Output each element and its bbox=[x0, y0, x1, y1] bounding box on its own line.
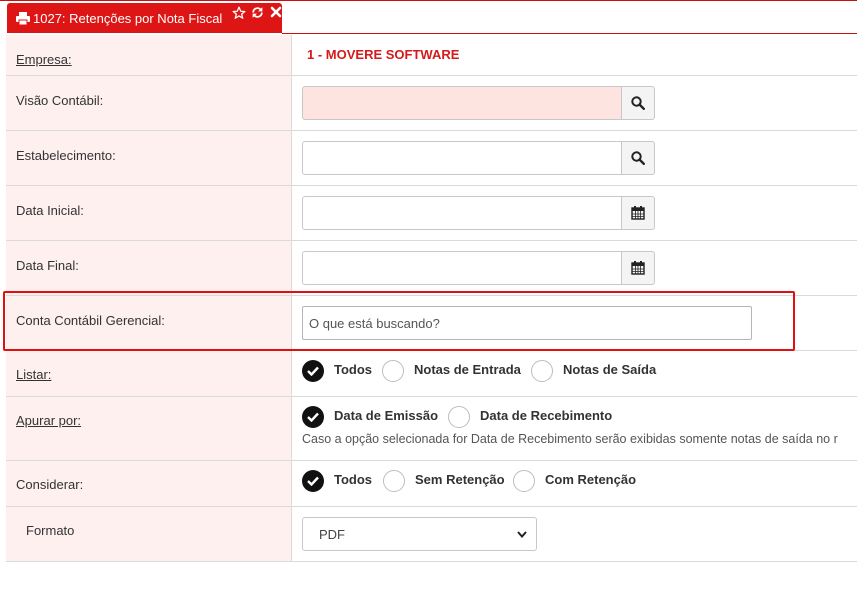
calendar-icon bbox=[631, 261, 645, 275]
check-icon bbox=[307, 476, 319, 486]
close-icon[interactable] bbox=[270, 6, 282, 18]
estabelecimento-label: Estabelecimento: bbox=[16, 148, 116, 163]
search-icon bbox=[631, 151, 645, 165]
row-considerar: Considerar: Todos Sem Retenção Com Reten… bbox=[6, 461, 857, 507]
apurar-por-hint: Caso a opção selecionada for Data de Rec… bbox=[302, 432, 838, 446]
search-icon bbox=[631, 96, 645, 110]
formato-selected-value: PDF bbox=[319, 527, 345, 542]
visao-contabil-label: Visão Contábil: bbox=[16, 93, 104, 108]
row-estabelecimento: Estabelecimento: bbox=[6, 131, 857, 186]
check-icon bbox=[307, 366, 319, 376]
radio-unchecked[interactable] bbox=[448, 406, 470, 428]
row-visao-contabil: Visão Contábil: bbox=[6, 76, 857, 131]
radio-checked[interactable] bbox=[302, 470, 324, 492]
visao-contabil-input[interactable] bbox=[302, 86, 622, 120]
data-inicial-label: Data Inicial: bbox=[16, 203, 84, 218]
empresa-label: Empresa: bbox=[16, 52, 72, 67]
radio-unchecked[interactable] bbox=[382, 360, 404, 382]
data-final-calendar-button[interactable] bbox=[621, 251, 655, 285]
estabelecimento-input[interactable] bbox=[302, 141, 622, 175]
radio-unchecked[interactable] bbox=[531, 360, 553, 382]
top-border bbox=[0, 0, 857, 1]
radio-checked[interactable] bbox=[302, 360, 324, 382]
window-tab[interactable]: 1027: Retenções por Nota Fiscal bbox=[7, 3, 282, 33]
conta-contabil-gerencial-label: Conta Contábil Gerencial: bbox=[16, 313, 165, 328]
formato-label: Formato bbox=[26, 523, 75, 538]
radio-unchecked[interactable] bbox=[383, 470, 405, 492]
data-inicial-input[interactable] bbox=[302, 196, 622, 230]
row-data-inicial: Data Inicial: bbox=[6, 186, 857, 241]
star-icon[interactable] bbox=[232, 6, 246, 20]
calendar-icon bbox=[631, 206, 645, 220]
row-apurar-por: Apurar por: Data de Emissão Data de Rece… bbox=[6, 397, 857, 461]
listar-label: Listar: bbox=[16, 367, 52, 382]
apurar-por-label: Apurar por: bbox=[16, 413, 82, 428]
tab-title: 1027: Retenções por Nota Fiscal bbox=[33, 11, 223, 26]
chevron-down-icon bbox=[517, 531, 527, 538]
row-empresa: Empresa: 1 - MOVERE SOFTWARE bbox=[6, 35, 857, 76]
row-data-final: Data Final: bbox=[6, 241, 857, 296]
tab-border bbox=[282, 33, 857, 34]
formato-select[interactable]: PDF bbox=[302, 517, 537, 551]
data-final-label: Data Final: bbox=[16, 258, 79, 273]
row-listar: Listar: Todos Notas de Entrada Notas de … bbox=[6, 351, 857, 397]
visao-contabil-search-button[interactable] bbox=[621, 86, 655, 120]
radio-unchecked[interactable] bbox=[513, 470, 535, 492]
data-inicial-calendar-button[interactable] bbox=[621, 196, 655, 230]
row-conta-contabil-gerencial: Conta Contábil Gerencial: bbox=[6, 296, 857, 351]
radio-checked[interactable] bbox=[302, 406, 324, 428]
refresh-icon[interactable] bbox=[251, 6, 264, 19]
conta-contabil-gerencial-search-input[interactable] bbox=[302, 306, 752, 340]
estabelecimento-search-button[interactable] bbox=[621, 141, 655, 175]
considerar-label: Considerar: bbox=[16, 477, 84, 492]
row-formato: Formato PDF bbox=[6, 507, 857, 562]
data-final-input[interactable] bbox=[302, 251, 622, 285]
check-icon bbox=[307, 412, 319, 422]
print-icon[interactable] bbox=[16, 12, 30, 25]
empresa-value: 1 - MOVERE SOFTWARE bbox=[307, 47, 460, 62]
